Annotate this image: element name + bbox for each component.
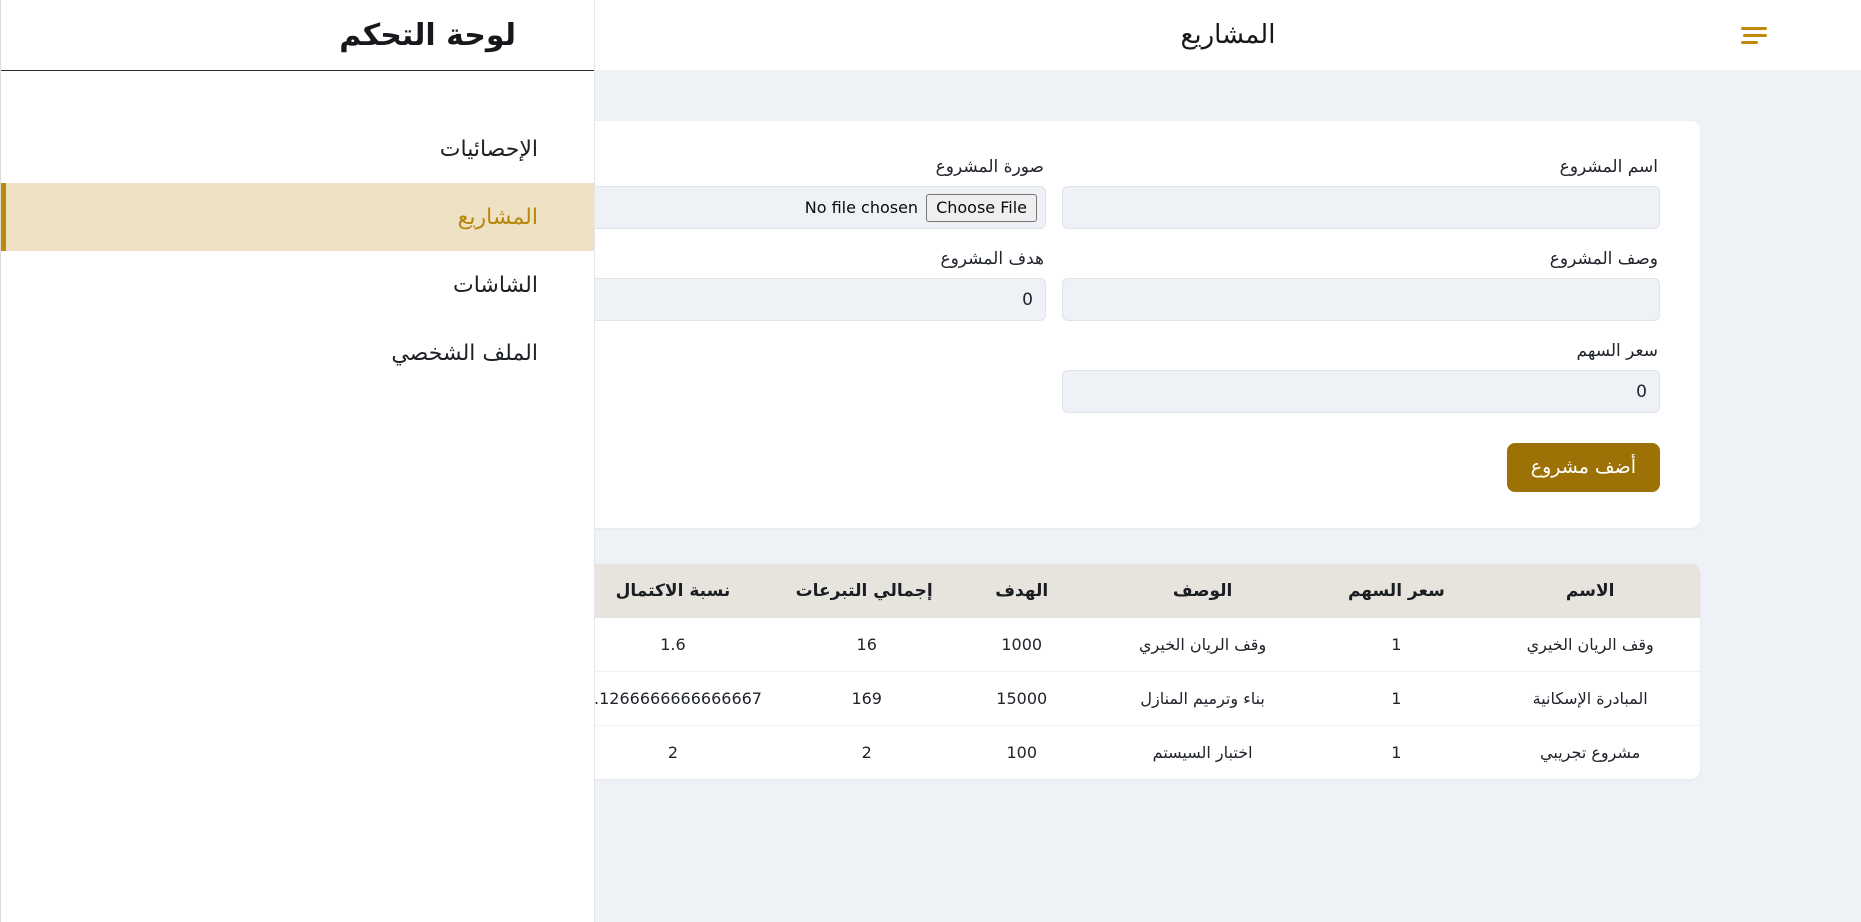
project-goal-input[interactable] [595, 278, 1046, 321]
projects-table-card: الاسم سعر السهم الوصف الهدف إجمالي التبر… [595, 564, 1700, 779]
add-project-button[interactable]: أضف مشروع [1506, 443, 1660, 492]
table-header-row: الاسم سعر السهم الوصف الهدف إجمالي التبر… [595, 564, 1700, 618]
cell-description: اختبار السيستم [1092, 725, 1313, 779]
column-header-completion: نسبة الاكتمال [595, 564, 783, 618]
projects-table-body: وقف الريان الخيري 1 وقف الريان الخيري 10… [595, 618, 1700, 779]
file-status-label: No file chosen [804, 198, 919, 217]
hamburger-bar [1743, 33, 1767, 37]
cell-share-price: 1 [1391, 635, 1402, 654]
sidebar-item-label: الملف الشخصي [391, 340, 538, 366]
table-row: مشروع تجريبي 1 اختبار السيستم 100 2 2 [595, 725, 1700, 779]
cell-goal: 100 [950, 725, 1093, 779]
add-project-form-card: اسم المشروع صورة المشروع Choose File No … [595, 121, 1700, 528]
field-share-price: سعر السهم [1062, 341, 1660, 413]
field-label-project-image: صورة المشروع [935, 157, 1044, 177]
field-label-share-price: سعر السهم [1576, 341, 1658, 361]
projects-table: الاسم سعر السهم الوصف الهدف إجمالي التبر… [595, 564, 1700, 779]
field-project-description: وصف المشروع [1062, 249, 1660, 321]
field-label-project-name: اسم المشروع [1559, 157, 1658, 177]
field-project-image: صورة المشروع Choose File No file chosen [595, 157, 1046, 229]
cell-goal: 15000 [950, 671, 1093, 726]
sidebar-item-profile[interactable]: الملف الشخصي [1, 319, 594, 387]
cell-total-donations: 169 [782, 671, 951, 726]
cell-description: وقف الريان الخيري [1139, 635, 1267, 654]
form-actions: أضف مشروع [595, 443, 1660, 492]
sidebar-item-label: المشاريع [457, 204, 538, 230]
cell-goal: 1000 [1001, 635, 1043, 654]
cell-completion-pct: 1.6 [660, 635, 686, 654]
main-area: المشاريع تسجيل خروج اسم المشروع صورة الم… [595, 0, 1861, 922]
cell-name[interactable]: المبادرة الإسكانية [1480, 671, 1700, 726]
sidebar-nav: الإحصائيات المشاريع الشاشات الملف الشخصي [1, 71, 594, 387]
hamburger-icon[interactable] [1723, 13, 1767, 57]
column-header-total-donations: إجمالي التبرعات [782, 564, 951, 618]
cell-share-price: 1 [1312, 725, 1481, 779]
content-scroll: اسم المشروع صورة المشروع Choose File No … [595, 71, 1861, 922]
field-label-project-description: وصف المشروع [1549, 249, 1658, 269]
share-price-input[interactable] [1062, 370, 1660, 413]
topbar: المشاريع تسجيل خروج [595, 0, 1861, 71]
sidebar-item-label: الشاشات [453, 272, 538, 298]
hamburger-bar [1741, 26, 1767, 30]
cell-name[interactable]: وقف الريان الخيري [1480, 618, 1700, 672]
sidebar-header: لوحة التحكم [1, 0, 594, 71]
cell-total-donations: 16 [856, 635, 877, 654]
cell-share-price: 1 [1312, 671, 1481, 726]
cell-name[interactable]: مشروع تجريبي [1480, 725, 1700, 779]
page-title: المشاريع [1180, 20, 1276, 50]
cell-description: بناء وترميم المنازل [1092, 671, 1313, 726]
choose-file-button[interactable]: Choose File [926, 193, 1037, 222]
field-label-project-goal: هدف المشروع [940, 249, 1044, 269]
hamburger-bar [1741, 40, 1758, 44]
column-header-name: الاسم [1480, 564, 1700, 618]
cell-total-donations: 2 [782, 725, 951, 779]
sidebar-item-label: الإحصائيات [439, 136, 538, 162]
projects-table-head: الاسم سعر السهم الوصف الهدف إجمالي التبر… [595, 564, 1700, 618]
cell-completion-pct: 1.1266666666666667 [595, 671, 783, 726]
field-project-goal: هدف المشروع [595, 249, 1046, 321]
sidebar-item-statistics[interactable]: الإحصائيات [1, 115, 594, 183]
sidebar-item-projects[interactable]: المشاريع [1, 183, 594, 251]
column-header-description: الوصف [1092, 564, 1313, 618]
cell-completion-pct: 2 [595, 725, 783, 779]
project-name-input[interactable] [1062, 186, 1660, 229]
project-description-input[interactable] [1062, 278, 1660, 321]
table-row: وقف الريان الخيري 1 وقف الريان الخيري 10… [595, 618, 1700, 672]
column-header-share-price: سعر السهم [1312, 564, 1481, 618]
project-image-file-input[interactable]: Choose File No file chosen [595, 186, 1046, 229]
sidebar-title: لوحة التحكم [339, 17, 516, 53]
app-root: لوحة التحكم الإحصائيات المشاريع الشاشات … [0, 0, 1861, 922]
column-header-goal: الهدف [950, 564, 1093, 618]
table-row: المبادرة الإسكانية 1 بناء وترميم المنازل… [595, 671, 1700, 726]
form-grid: اسم المشروع صورة المشروع Choose File No … [595, 157, 1660, 413]
field-project-name: اسم المشروع [1062, 157, 1660, 229]
sidebar-item-screens[interactable]: الشاشات [1, 251, 594, 319]
sidebar: لوحة التحكم الإحصائيات المشاريع الشاشات … [0, 0, 595, 922]
